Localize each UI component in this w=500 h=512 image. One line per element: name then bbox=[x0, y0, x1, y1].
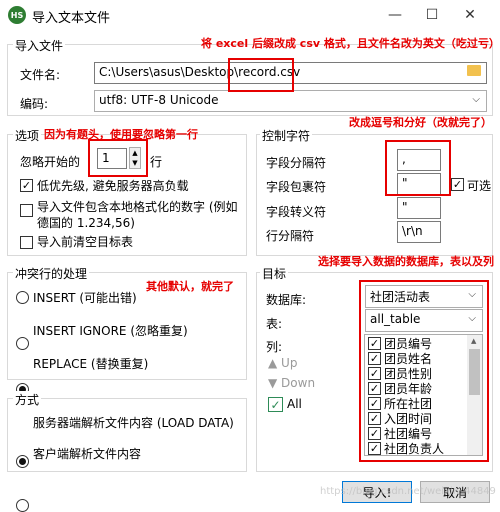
move-up-label: Up bbox=[281, 356, 298, 370]
watermark: https://blog.csdn.net/weixin_44849 bbox=[320, 486, 496, 497]
encoding-select[interactable]: utf8: UTF-8 Unicode ⌵ bbox=[94, 90, 487, 112]
line-sep-label: 行分隔符 bbox=[266, 229, 315, 243]
close-button[interactable]: ✕ bbox=[458, 4, 482, 26]
table-label: 表: bbox=[266, 317, 283, 331]
database-label: 数据库: bbox=[266, 293, 307, 307]
separator-annotation: 改成逗号和分好（改就完了） bbox=[349, 116, 492, 129]
field-sep-label: 字段分隔符 bbox=[266, 156, 327, 170]
file-name-label: 文件名: bbox=[20, 68, 61, 82]
window-title: 导入文本文件 bbox=[32, 11, 111, 26]
optional-label: 可选 bbox=[467, 179, 492, 193]
move-down-button[interactable]: ▼ Down bbox=[268, 376, 315, 390]
target-annotation: 选择要导入数据的数据库，表以及列 bbox=[318, 255, 494, 268]
optional-checkbox[interactable]: ✓ bbox=[451, 178, 464, 191]
insert-label: INSERT (可能出错) bbox=[33, 291, 137, 305]
field-enclose-label: 字段包裹符 bbox=[266, 180, 327, 194]
separator-highlight bbox=[385, 140, 451, 196]
line-sep-input[interactable]: \r\n bbox=[397, 221, 441, 243]
chevron-down-icon: ⌵ bbox=[472, 94, 480, 105]
encoding-label: 编码: bbox=[20, 97, 49, 111]
field-escape-label: 字段转义符 bbox=[266, 205, 327, 219]
move-up-button[interactable]: ▲ Up bbox=[268, 356, 297, 370]
insert-ignore-radio[interactable] bbox=[16, 337, 29, 350]
select-all-checkbox[interactable]: ✓ bbox=[268, 397, 283, 412]
file-name-highlight bbox=[228, 58, 294, 92]
folder-icon[interactable] bbox=[467, 65, 481, 76]
low-priority-checkbox[interactable]: ✓ bbox=[20, 179, 33, 192]
conflict-legend: 冲突行的处理 bbox=[13, 265, 90, 282]
move-down-label: Down bbox=[281, 376, 316, 390]
app-icon: HS bbox=[8, 6, 26, 24]
maximize-button[interactable]: ☐ bbox=[420, 4, 444, 26]
minimize-button[interactable]: — bbox=[383, 4, 407, 26]
replace-label: REPLACE (替换重复) bbox=[33, 357, 149, 371]
client-parse-radio[interactable] bbox=[16, 499, 29, 512]
file-annotation: 将 excel 后缀改成 csv 格式，且文件名改为英文（吃过亏） bbox=[201, 37, 500, 50]
localized-numbers-label: 导入文件包含本地格式化的数字 (例如德国的 1.234,56) bbox=[37, 200, 238, 230]
ignore-prefix-label: 忽略开始的 bbox=[20, 155, 81, 169]
server-parse-radio[interactable] bbox=[16, 455, 29, 468]
columns-label: 列: bbox=[266, 340, 283, 354]
localized-numbers-checkbox[interactable] bbox=[20, 204, 33, 217]
server-parse-label: 服务器端解析文件内容 (LOAD DATA) bbox=[33, 416, 234, 430]
ignore-suffix-label: 行 bbox=[150, 155, 163, 169]
encoding-value: utf8: UTF-8 Unicode bbox=[99, 93, 219, 107]
control-chars-legend: 控制字符 bbox=[260, 127, 313, 144]
clear-table-label: 导入前清空目标表 bbox=[37, 235, 134, 249]
default-annotation: 其他默认，就完了 bbox=[146, 280, 234, 293]
insert-ignore-label: INSERT IGNORE (忽略重复) bbox=[33, 324, 188, 338]
select-all-label: All bbox=[287, 397, 302, 411]
insert-radio[interactable] bbox=[16, 291, 29, 304]
target-legend: 目标 bbox=[260, 265, 289, 282]
low-priority-label: 低优先级, 避免服务器高负载 bbox=[37, 179, 189, 193]
client-parse-label: 客户端解析文件内容 bbox=[33, 447, 142, 461]
import-file-legend: 导入文件 bbox=[13, 37, 66, 54]
options-legend: 选项 bbox=[13, 127, 42, 144]
target-highlight bbox=[359, 280, 489, 462]
clear-table-checkbox[interactable] bbox=[20, 236, 33, 249]
method-legend: 方式 bbox=[13, 391, 42, 408]
field-escape-input[interactable]: " bbox=[397, 197, 441, 219]
ignore-highlight bbox=[88, 139, 148, 177]
